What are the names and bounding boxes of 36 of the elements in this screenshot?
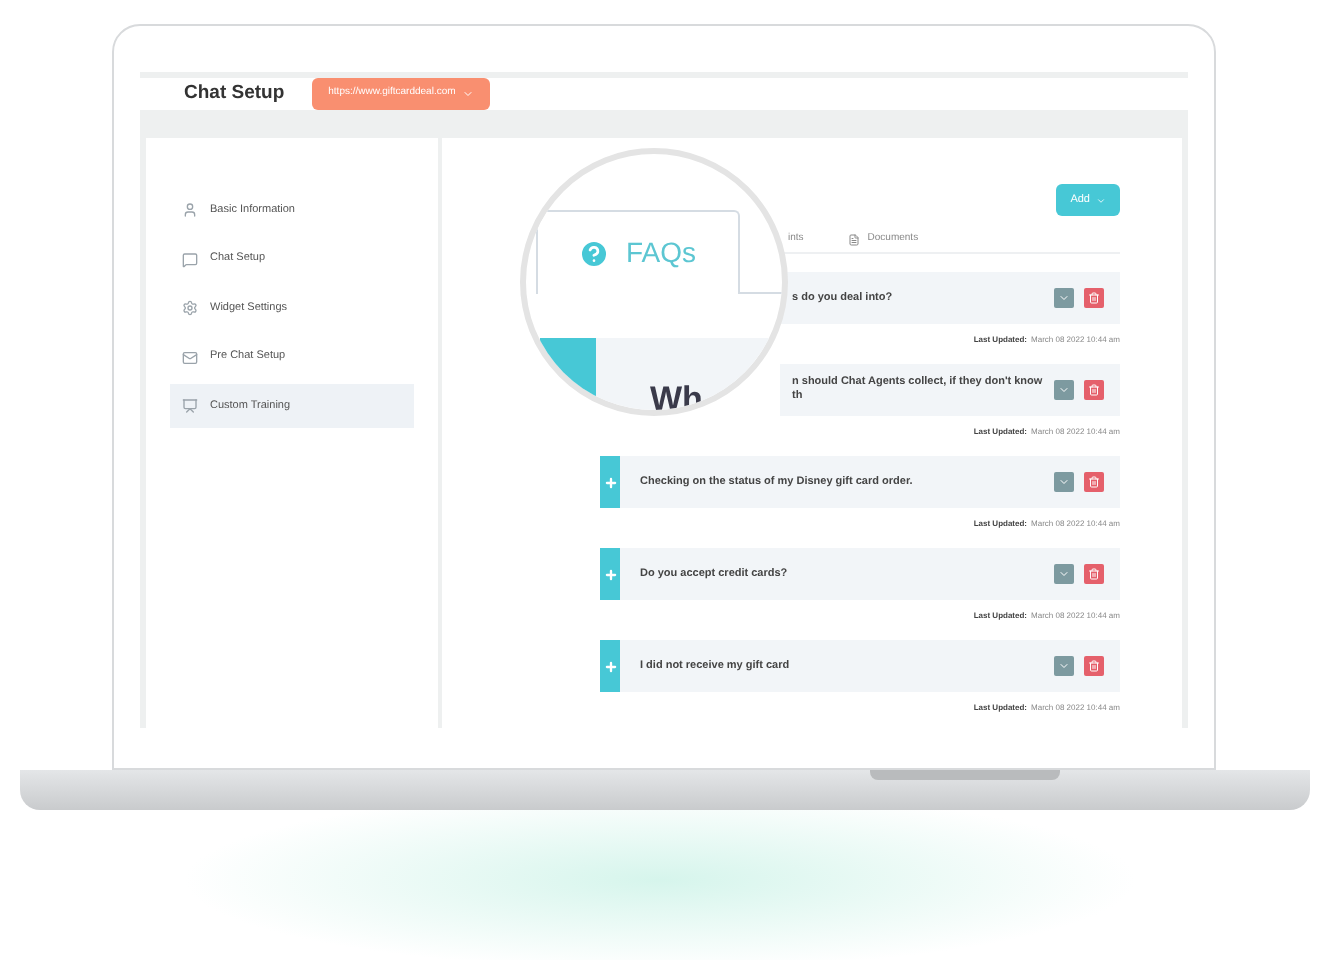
drag-handle[interactable] [600, 456, 620, 508]
expand-button[interactable] [1054, 656, 1074, 676]
chevron-icon [1096, 195, 1106, 205]
delete-button[interactable] [1084, 564, 1104, 584]
delete-button[interactable] [1084, 656, 1104, 676]
expand-button[interactable] [1054, 288, 1074, 308]
chevron-icon [461, 88, 474, 100]
drag-handle[interactable] [600, 548, 620, 600]
plus-icon [603, 567, 617, 581]
trash-icon [1088, 384, 1100, 396]
delete-button[interactable] [1084, 380, 1104, 400]
help-icon [578, 237, 610, 269]
settings-icon [182, 300, 198, 316]
document-icon [847, 234, 860, 246]
mail-icon [182, 349, 198, 365]
trash-icon [1088, 568, 1100, 580]
chevron-icon [1058, 384, 1070, 396]
delete-button[interactable] [1084, 472, 1104, 492]
drag-handle[interactable] [600, 640, 620, 692]
delete-button[interactable] [1084, 288, 1104, 308]
chevron-icon [1058, 292, 1070, 304]
expand-button[interactable] [1054, 564, 1074, 584]
trash-icon [1088, 660, 1100, 672]
presenter-icon [182, 398, 198, 414]
trash-icon [1088, 476, 1100, 488]
expand-button[interactable] [1054, 380, 1074, 400]
chevron-icon [1058, 476, 1070, 488]
plus-icon [603, 475, 617, 489]
chat-icon [182, 251, 198, 267]
trash-icon [1088, 292, 1100, 304]
expand-button[interactable] [1054, 472, 1074, 492]
page-title: Chat Setup [184, 79, 285, 108]
plus-icon [603, 659, 617, 673]
chevron-icon [1058, 660, 1070, 672]
user-icon [182, 202, 198, 218]
chevron-icon [1058, 568, 1070, 580]
